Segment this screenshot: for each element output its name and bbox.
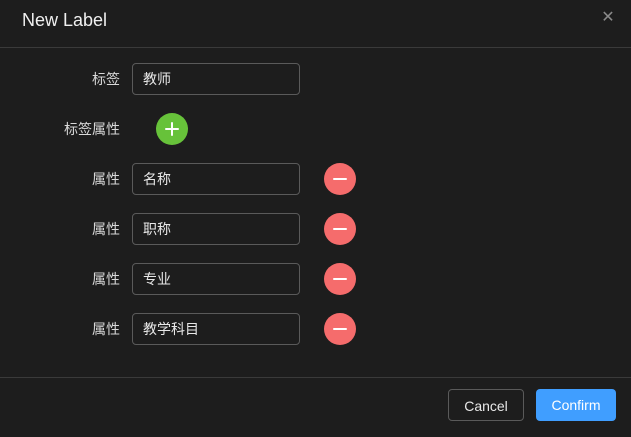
remove-attribute-button[interactable] xyxy=(324,163,356,195)
minus-icon xyxy=(333,278,347,280)
attribute-input[interactable] xyxy=(132,213,300,245)
attribute-label: 属性 xyxy=(92,321,120,337)
label-input[interactable] xyxy=(132,63,300,95)
attribute-label: 属性 xyxy=(92,171,120,187)
remove-attribute-button[interactable] xyxy=(324,313,356,345)
attribute-row: 属性 xyxy=(0,163,631,195)
confirm-button[interactable]: Confirm xyxy=(536,389,616,421)
remove-attribute-button[interactable] xyxy=(324,263,356,295)
attribute-input[interactable] xyxy=(132,263,300,295)
dialog-title: New Label xyxy=(22,10,108,30)
attribute-row: 属性 xyxy=(0,263,631,295)
label-row: 标签 xyxy=(0,63,631,95)
dialog-header: New Label ✕ xyxy=(0,0,631,48)
label-attributes-label: 标签属性 xyxy=(64,121,120,137)
minus-icon xyxy=(333,178,347,180)
new-label-dialog: New Label ✕ 标签 标签属性 属性 属性 属性 属性 xyxy=(0,0,631,436)
cancel-button[interactable]: Cancel xyxy=(448,389,524,421)
dialog-footer: Cancel Confirm xyxy=(0,377,631,437)
add-attribute-button[interactable] xyxy=(156,113,188,145)
close-icon[interactable]: ✕ xyxy=(599,9,617,27)
label-attributes-row: 标签属性 xyxy=(0,113,631,145)
minus-icon xyxy=(333,328,347,330)
attribute-input[interactable] xyxy=(132,313,300,345)
label-field-label: 标签 xyxy=(92,71,120,87)
remove-attribute-button[interactable] xyxy=(324,213,356,245)
attribute-row: 属性 xyxy=(0,313,631,345)
attribute-label: 属性 xyxy=(92,221,120,237)
attribute-row: 属性 xyxy=(0,213,631,245)
attribute-label: 属性 xyxy=(92,271,120,287)
minus-icon xyxy=(333,228,347,230)
attribute-input[interactable] xyxy=(132,163,300,195)
